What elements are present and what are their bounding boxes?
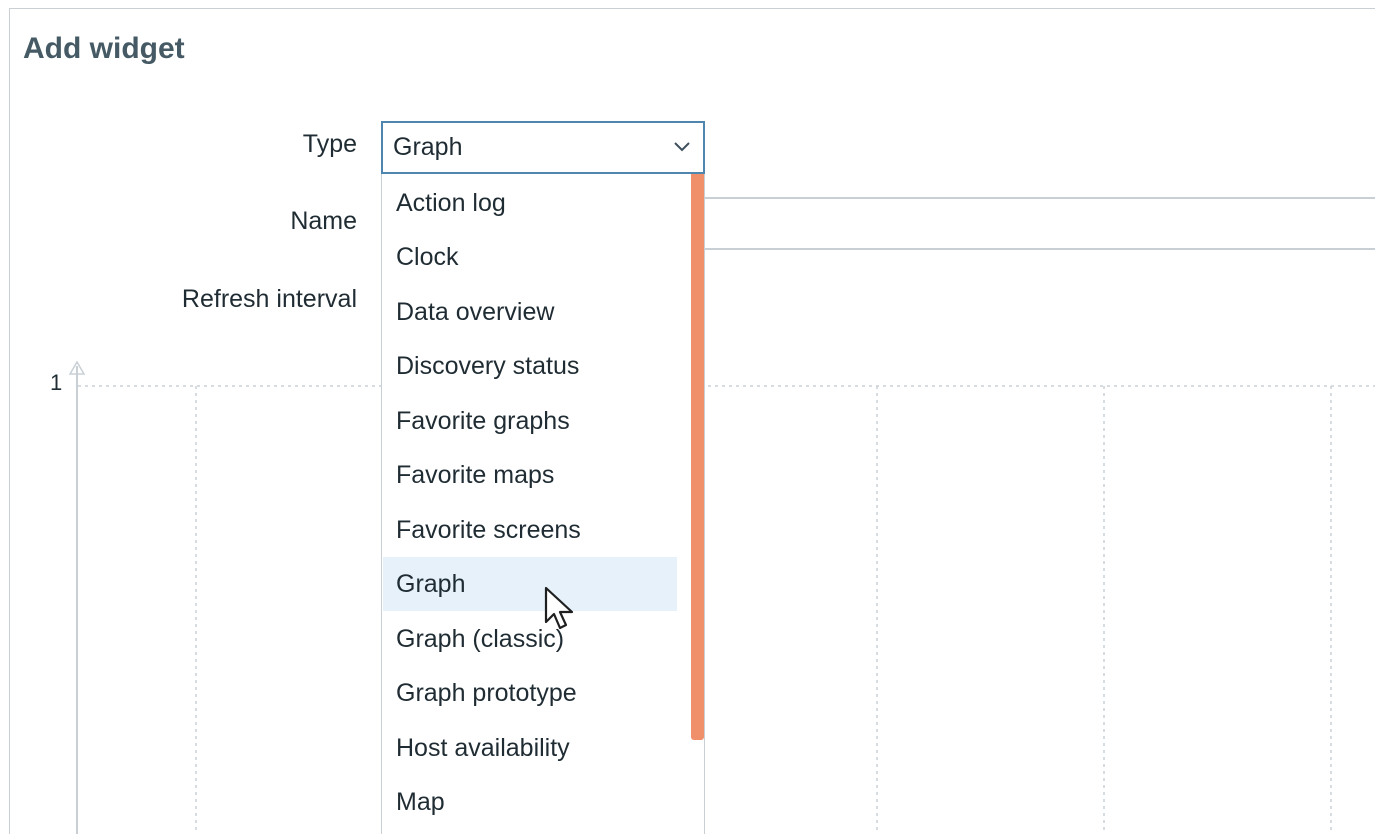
dropdown-item-favorite-graphs[interactable]: Favorite graphs xyxy=(383,394,677,448)
name-input[interactable] xyxy=(703,197,1375,250)
dropdown-item-data-overview[interactable]: Data overview xyxy=(383,285,677,339)
dropdown-item-action-log[interactable]: Action log xyxy=(383,176,677,230)
dropdown-item-host-availability[interactable]: Host availability xyxy=(383,721,677,775)
type-select-value: Graph xyxy=(393,133,463,161)
name-label: Name xyxy=(290,207,357,235)
dropdown-item-favorite-maps[interactable]: Favorite maps xyxy=(383,448,677,502)
dialog-title: Add widget xyxy=(23,32,185,65)
dropdown-item-favorite-screens[interactable]: Favorite screens xyxy=(383,503,677,557)
type-label: Type xyxy=(302,130,357,158)
dropdown-item-discovery-status[interactable]: Discovery status xyxy=(383,339,677,393)
dropdown-item-graph[interactable]: Graph xyxy=(383,557,677,611)
dropdown-item-map[interactable]: Map xyxy=(383,775,677,829)
chevron-down-icon xyxy=(674,142,690,152)
dropdown-scrollbar[interactable] xyxy=(691,174,704,740)
refresh-interval-label: Refresh interval xyxy=(181,285,357,313)
y-tick-label: 1 xyxy=(50,370,63,395)
dropdown-item-clock[interactable]: Clock xyxy=(383,230,677,284)
dropdown-item-graph-classic[interactable]: Graph (classic) xyxy=(383,612,677,666)
type-dropdown-list[interactable]: Action log Clock Data overview Discovery… xyxy=(381,174,705,834)
dropdown-item-graph-prototype[interactable]: Graph prototype xyxy=(383,666,677,720)
type-select[interactable]: Graph xyxy=(381,121,705,174)
